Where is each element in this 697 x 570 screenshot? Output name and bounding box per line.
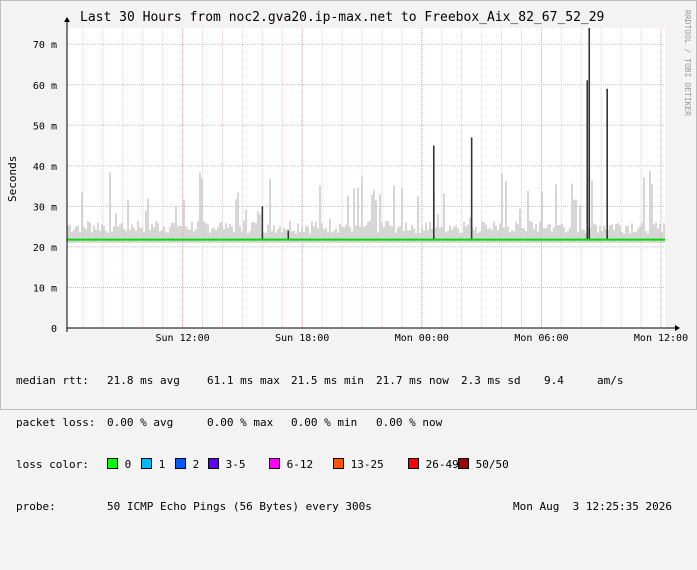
x-tick-label: Mon 06:00 (514, 333, 568, 344)
packet-loss-now: 0.00 % now (376, 416, 443, 429)
median-rtt-row: median rtt: 21.8 ms avg 61.1 ms max 21.5… (16, 374, 624, 388)
packet-loss-row: packet loss: 0.00 % avg 0.00 % max 0.00 … (16, 416, 442, 430)
y-tick-label: 40 m (33, 162, 57, 173)
loss-color-swatch (269, 458, 280, 469)
probe-date: Mon Aug 3 12:25:35 2026 (513, 500, 672, 513)
loss-color-swatch (333, 458, 344, 469)
x-tick-label: Sun 12:00 (156, 333, 210, 344)
x-tick-label: Sun 18:00 (275, 333, 329, 344)
x-axis-arrow (675, 325, 680, 331)
packet-loss-max: 0.00 % max (207, 416, 274, 429)
loss-color-label-text: 26-49 (419, 458, 459, 471)
y-tick-label: 0 (51, 324, 57, 335)
loss-color-label: loss color: (16, 458, 89, 471)
rtt-chart: 0 10 m 20 m 30 m 40 m 50 m 60 m 70 m Sun 12:00 Su… (33, 17, 688, 344)
legend: median rtt: 21.8 ms avg 61.1 ms max 21.5… (16, 346, 672, 528)
y-tick-label: 60 m (33, 81, 57, 92)
loss-color-label-text: 50/50 (469, 458, 509, 471)
median-rtt-max: 61.1 ms max (207, 374, 280, 387)
loss-color-item: 6-12 (269, 458, 313, 472)
loss-color-swatch (408, 458, 419, 469)
loss-color-label-text: 0 (118, 458, 132, 471)
loss-color-item: 13-25 (333, 458, 384, 472)
packet-loss-label: packet loss: (16, 416, 96, 429)
y-tick-label: 30 m (33, 202, 57, 213)
loss-color-item: 3-5 (208, 458, 246, 472)
loss-color-item: 26-49 (408, 458, 459, 472)
median-rtt-am-unit: am/s (597, 374, 624, 387)
packet-loss-min: 0.00 % min (291, 416, 358, 429)
y-tick-label: 10 m (33, 283, 57, 294)
loss-color-row: loss color: 0 1 2 3-5 6-12 13-25 26-49 5… (16, 458, 509, 472)
loss-color-swatch (107, 458, 118, 469)
median-rtt-sd: 2.3 ms sd (461, 374, 521, 387)
loss-color-swatch (458, 458, 469, 469)
median-rtt-now: 21.7 ms now (376, 374, 449, 387)
median-rtt-label: median rtt: (16, 374, 89, 387)
loss-color-item: 0 (107, 458, 131, 472)
loss-color-label-text: 13-25 (344, 458, 384, 471)
probe-desc: 50 ICMP Echo Pings (56 Bytes) every 300s (107, 500, 372, 513)
probe-row: probe: 50 ICMP Echo Pings (56 Bytes) eve… (16, 500, 672, 514)
y-axis-arrow (64, 17, 70, 22)
loss-color-swatch (141, 458, 152, 469)
median-rtt-am: 9.4 (544, 374, 564, 387)
loss-color-label-text: 2 (186, 458, 200, 471)
packet-loss-avg: 0.00 % avg (107, 416, 174, 429)
loss-color-label-text: 1 (152, 458, 166, 471)
probe-label: probe: (16, 500, 56, 513)
loss-color-label-text: 6-12 (280, 458, 314, 471)
median-rtt-avg: 21.8 ms avg (107, 374, 180, 387)
y-tick-label: 50 m (33, 121, 57, 132)
loss-color-item: 50/50 (458, 458, 509, 472)
y-tick-label: 20 m (33, 243, 57, 254)
loss-color-swatch (175, 458, 186, 469)
plot-area (67, 28, 665, 328)
loss-color-item: 2 (175, 458, 199, 472)
median-rtt-min: 21.5 ms min (291, 374, 364, 387)
x-tick-label: Mon 00:00 (395, 333, 449, 344)
loss-color-swatch (208, 458, 219, 469)
x-tick-label: Mon 12:00 (634, 333, 688, 344)
loss-color-item: 1 (141, 458, 165, 472)
y-tick-label: 70 m (33, 40, 57, 51)
loss-color-label-text: 3-5 (219, 458, 246, 471)
